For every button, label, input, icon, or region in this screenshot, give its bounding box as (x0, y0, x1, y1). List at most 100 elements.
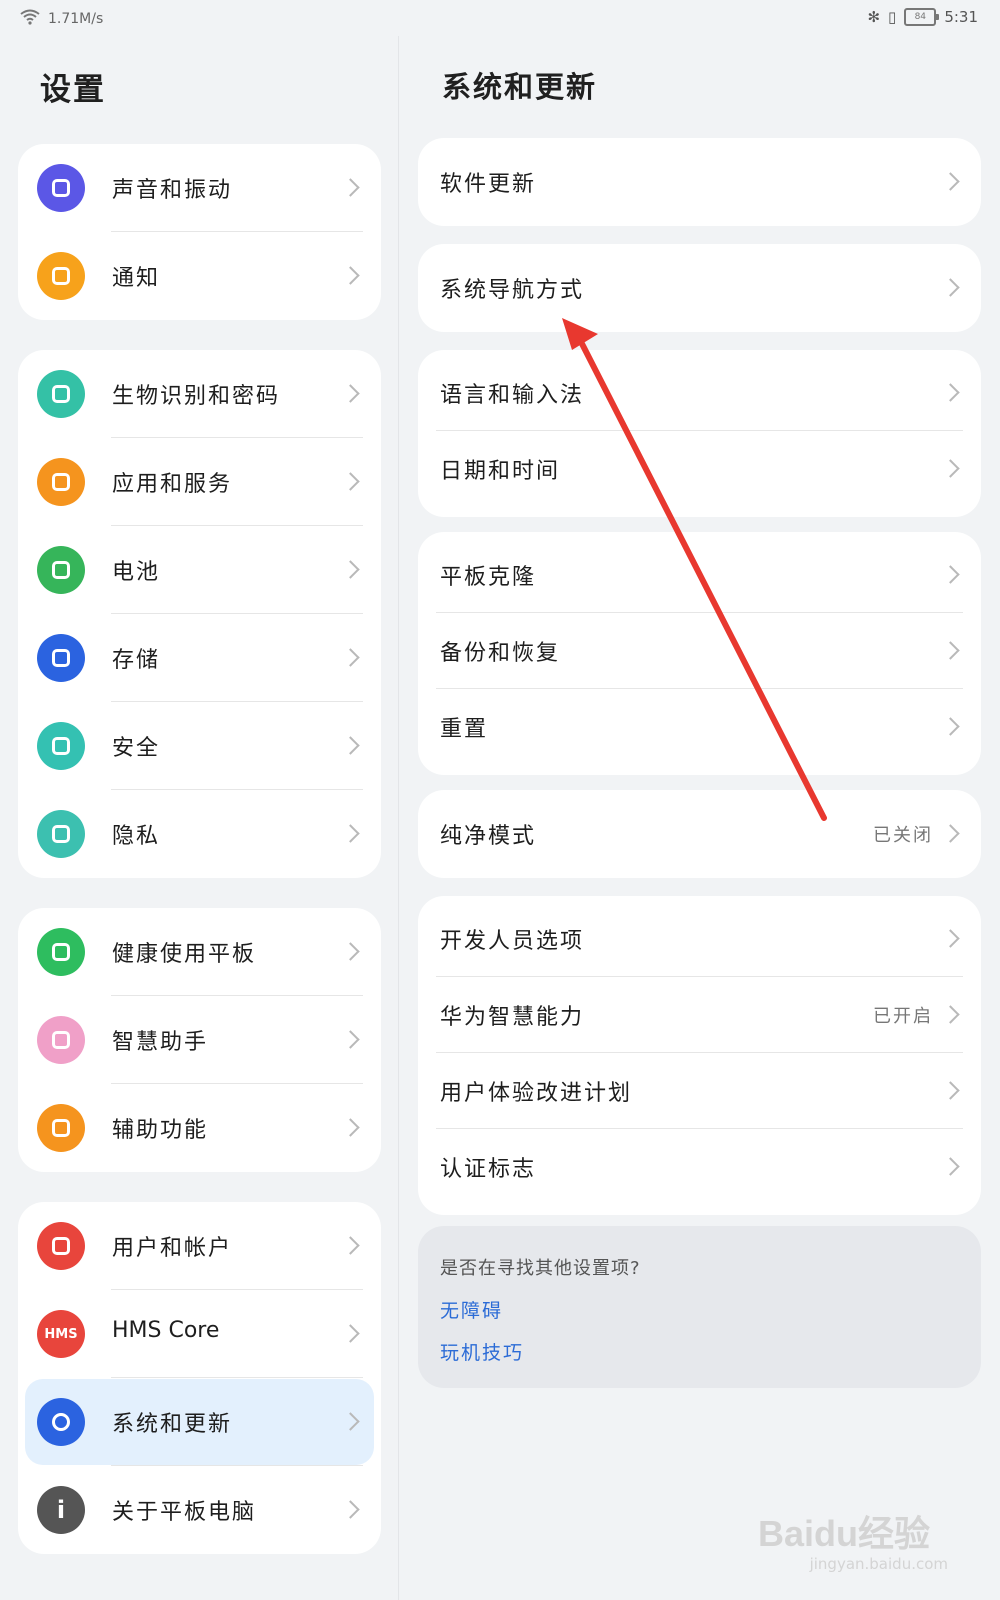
settings-item-label: 电池 (112, 560, 161, 585)
settings-item-label: 智慧助手 (112, 1030, 209, 1055)
detail-item[interactable]: 华为智慧能力 已开启 (418, 977, 981, 1053)
settings-item[interactable]: 辅助功能 (18, 1084, 381, 1172)
chevron-right-icon (941, 641, 960, 660)
detail-item[interactable]: 日期和时间 (418, 431, 981, 507)
detail-group: 软件更新 (418, 138, 981, 226)
clock: 5:31 (944, 8, 978, 26)
detail-item[interactable]: 认证标志 (418, 1129, 981, 1205)
settings-item-label: 安全 (112, 736, 161, 761)
chevron-right-icon (341, 472, 360, 491)
settings-group: 生物识别和密码 应用和服务电池存储安全隐私 (18, 350, 381, 878)
battery-icon (37, 546, 85, 594)
detail-item[interactable]: 软件更新 (418, 138, 981, 226)
battery-icon: 84 (904, 8, 940, 26)
panel-divider (398, 36, 399, 1600)
settings-item[interactable]: 健康使用平板 (18, 908, 381, 996)
detail-item[interactable]: 纯净模式 已关闭 (418, 790, 981, 878)
detail-item-label: 软件更新 (440, 172, 537, 197)
hand-icon (37, 1104, 85, 1152)
settings-item[interactable]: 安全 (18, 702, 381, 790)
hourglass-icon (37, 928, 85, 976)
chevron-right-icon (941, 278, 960, 297)
info-icon: i (37, 1486, 85, 1534)
chevron-right-icon (941, 459, 960, 478)
vibrate-icon: ▯ (888, 8, 897, 26)
detail-group: 纯净模式 已关闭 (418, 790, 981, 878)
chevron-right-icon (941, 565, 960, 584)
settings-item-label: 存储 (112, 648, 161, 673)
settings-item[interactable]: 通知 (18, 232, 381, 320)
chevron-right-icon (341, 1236, 360, 1255)
chevron-right-icon (341, 266, 360, 285)
watermark-logo: Baidu经验 (757, 1513, 930, 1554)
settings-item[interactable]: 存储 (18, 614, 381, 702)
watermark-url: jingyan.baidu.com (809, 1555, 948, 1573)
detail-item-label: 系统导航方式 (440, 278, 585, 303)
status-bar: 1.71M/s ✻ ▯ 84 5:31 (0, 0, 1000, 36)
settings-item[interactable]: i 关于平板电脑 (18, 1466, 381, 1554)
settings-group: 健康使用平板智慧助手辅助功能 (18, 908, 381, 1172)
settings-item[interactable]: 生物识别和密码 (18, 350, 381, 438)
wifi-icon (20, 9, 40, 29)
settings-item-label: 应用和服务 (112, 472, 233, 497)
detail-item[interactable]: 系统导航方式 (418, 244, 981, 332)
detail-item[interactable]: 开发人员选项 (418, 901, 981, 977)
settings-item[interactable]: 应用和服务 (18, 438, 381, 526)
page-title: 设置 (40, 72, 106, 108)
settings-group: 用户和帐户 HMS HMS Core 系统和更新 i 关于平板电脑 (18, 1202, 381, 1554)
chevron-right-icon (341, 560, 360, 579)
detail-item-label: 重置 (440, 717, 489, 742)
detail-item-value: 已关闭 (873, 825, 933, 846)
apps-icon (37, 458, 85, 506)
chevron-right-icon (941, 1005, 960, 1024)
chevron-right-icon (341, 1030, 360, 1049)
detail-item[interactable]: 重置 (418, 689, 981, 765)
link-accessibility[interactable]: 无障碍 (440, 1296, 503, 1323)
settings-item-label: 通知 (112, 266, 161, 291)
settings-item-label: 辅助功能 (112, 1118, 209, 1143)
link-tips[interactable]: 玩机技巧 (440, 1338, 524, 1365)
settings-item-label: 隐私 (112, 824, 161, 849)
detail-item-label: 日期和时间 (440, 459, 561, 484)
settings-item-label: HMS Core (112, 1318, 220, 1343)
chevron-right-icon (941, 1157, 960, 1176)
detail-item-label: 语言和输入法 (440, 383, 585, 408)
detail-item-label: 开发人员选项 (440, 929, 585, 954)
chevron-right-icon (941, 824, 960, 843)
settings-item-label: 关于平板电脑 (112, 1500, 257, 1525)
network-speed: 1.71M/s (48, 11, 104, 27)
chevron-right-icon (941, 172, 960, 191)
chevron-right-icon (941, 1081, 960, 1100)
detail-item-label: 备份和恢复 (440, 641, 561, 666)
detail-group: 开发人员选项 华为智慧能力 已开启用户体验改进计划 认证标志 (418, 896, 981, 1215)
settings-item[interactable]: 用户和帐户 (18, 1202, 381, 1290)
privacy-icon (37, 810, 85, 858)
suggestion-card: 是否在寻找其他设置项? 无障碍 玩机技巧 (418, 1226, 981, 1388)
assistant-icon (37, 1016, 85, 1064)
user-icon (37, 1222, 85, 1270)
settings-item[interactable]: HMS HMS Core (18, 1290, 381, 1378)
detail-item-value: 已开启 (873, 1006, 933, 1027)
detail-item[interactable]: 语言和输入法 (418, 355, 981, 431)
suggestion-question: 是否在寻找其他设置项? (440, 1258, 641, 1279)
settings-item-label: 声音和振动 (112, 178, 233, 203)
detail-item[interactable]: 平板克隆 (418, 537, 981, 613)
chevron-right-icon (341, 824, 360, 843)
chevron-right-icon (941, 929, 960, 948)
shield-check-icon (37, 722, 85, 770)
detail-item[interactable]: 备份和恢复 (418, 613, 981, 689)
settings-item-active[interactable]: 系统和更新 (18, 1378, 381, 1466)
settings-item-label: 生物识别和密码 (112, 384, 281, 409)
chevron-right-icon (341, 1118, 360, 1137)
detail-item[interactable]: 用户体验改进计划 (418, 1053, 981, 1129)
detail-item-label: 华为智慧能力 (440, 1005, 585, 1030)
settings-item[interactable]: 声音和振动 (18, 144, 381, 232)
chevron-right-icon (341, 648, 360, 667)
detail-item-label: 纯净模式 (440, 824, 537, 849)
hms-icon: HMS (37, 1310, 85, 1358)
bluetooth-icon: ✻ (867, 8, 881, 26)
settings-item[interactable]: 隐私 (18, 790, 381, 878)
settings-item[interactable]: 电池 (18, 526, 381, 614)
chevron-right-icon (341, 178, 360, 197)
settings-item[interactable]: 智慧助手 (18, 996, 381, 1084)
